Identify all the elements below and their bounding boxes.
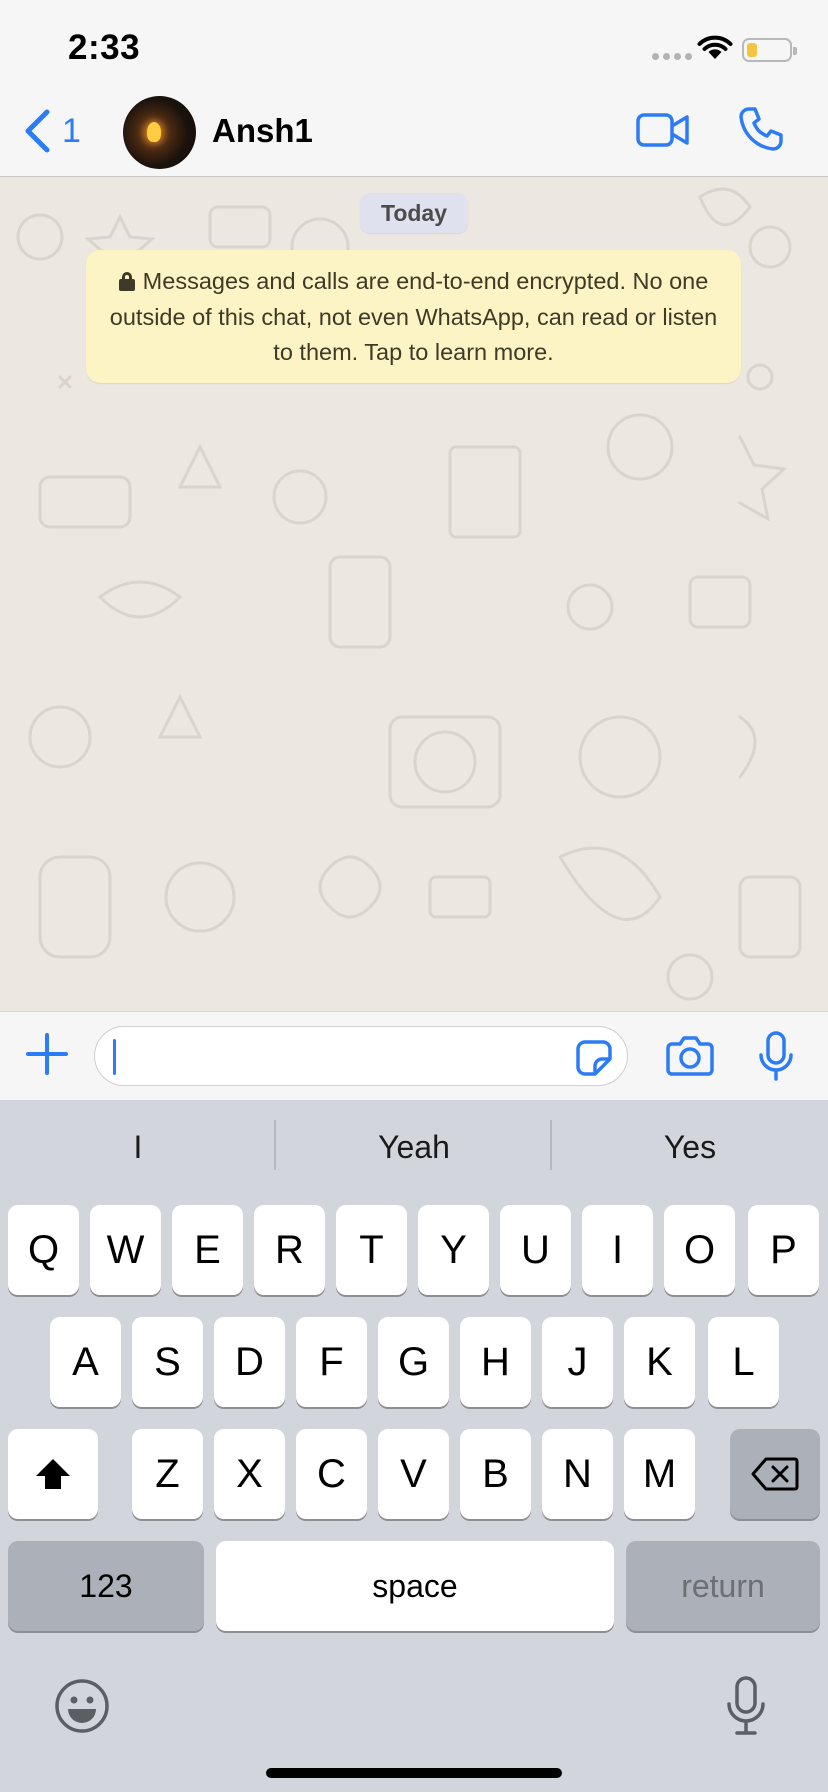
avatar[interactable] (123, 96, 196, 169)
backspace-key[interactable] (730, 1429, 820, 1519)
key-a[interactable]: A (50, 1317, 121, 1407)
message-input[interactable] (94, 1026, 628, 1086)
camera-icon[interactable] (666, 1034, 714, 1076)
key-z[interactable]: Z (132, 1429, 203, 1519)
key-t[interactable]: T (336, 1205, 407, 1295)
home-indicator[interactable] (266, 1768, 562, 1778)
date-chip: Today (360, 193, 468, 233)
chat-area[interactable]: Today Messages and calls are end-to-end … (0, 177, 828, 1011)
key-d[interactable]: D (214, 1317, 285, 1407)
key-x[interactable]: X (214, 1429, 285, 1519)
key-o[interactable]: O (664, 1205, 735, 1295)
numbers-key[interactable]: 123 (8, 1541, 204, 1631)
suggestion-item[interactable]: Yeah (276, 1122, 552, 1172)
unread-count: 1 (62, 111, 81, 150)
key-q[interactable]: Q (8, 1205, 79, 1295)
key-g[interactable]: G (378, 1317, 449, 1407)
chat-header: 1 Ansh1 (0, 88, 828, 177)
microphone-icon[interactable] (758, 1031, 794, 1081)
key-k[interactable]: K (624, 1317, 695, 1407)
contact-name[interactable]: Ansh1 (212, 112, 313, 150)
key-v[interactable]: V (378, 1429, 449, 1519)
dictation-microphone-icon[interactable] (726, 1676, 766, 1736)
phone-icon[interactable] (738, 106, 784, 152)
encryption-notice-text: Messages and calls are end-to-end encryp… (109, 268, 718, 365)
back-button[interactable]: 1 (22, 106, 81, 156)
key-h[interactable]: H (460, 1317, 531, 1407)
key-e[interactable]: E (172, 1205, 243, 1295)
key-s[interactable]: S (132, 1317, 203, 1407)
battery-icon (742, 38, 797, 62)
shift-key[interactable] (8, 1429, 98, 1519)
suggestion-item[interactable]: Yes (552, 1122, 828, 1172)
key-n[interactable]: N (542, 1429, 613, 1519)
key-u[interactable]: U (500, 1205, 571, 1295)
sticker-icon[interactable] (575, 1039, 613, 1077)
key-p[interactable]: P (748, 1205, 819, 1295)
key-m[interactable]: M (624, 1429, 695, 1519)
signal-icon (652, 53, 692, 60)
key-l[interactable]: L (708, 1317, 779, 1407)
key-y[interactable]: Y (418, 1205, 489, 1295)
key-c[interactable]: C (296, 1429, 367, 1519)
key-f[interactable]: F (296, 1317, 367, 1407)
encryption-notice[interactable]: Messages and calls are end-to-end encryp… (86, 250, 741, 383)
key-j[interactable]: J (542, 1317, 613, 1407)
key-b[interactable]: B (460, 1429, 531, 1519)
video-camera-icon[interactable] (636, 110, 690, 150)
return-key[interactable]: return (626, 1541, 820, 1631)
suggestion-bar: I Yeah Yes (0, 1100, 828, 1198)
plus-icon[interactable] (24, 1031, 70, 1077)
keyboard: I Yeah Yes Q W E R T Y U I O P A S D F G… (0, 1100, 828, 1792)
lock-icon (118, 272, 135, 291)
shift-icon (36, 1459, 70, 1489)
space-key[interactable]: space (216, 1541, 614, 1631)
backspace-icon (751, 1457, 799, 1491)
text-caret (113, 1039, 116, 1075)
key-w[interactable]: W (90, 1205, 161, 1295)
status-bar: 2:33 (0, 0, 828, 88)
chevron-left-icon (25, 109, 50, 153)
emoji-icon[interactable] (54, 1678, 110, 1734)
key-i[interactable]: I (582, 1205, 653, 1295)
key-r[interactable]: R (254, 1205, 325, 1295)
status-time: 2:33 (68, 28, 141, 67)
wifi-icon (697, 35, 733, 59)
suggestion-item[interactable]: I (0, 1122, 276, 1172)
input-bar (0, 1011, 828, 1100)
